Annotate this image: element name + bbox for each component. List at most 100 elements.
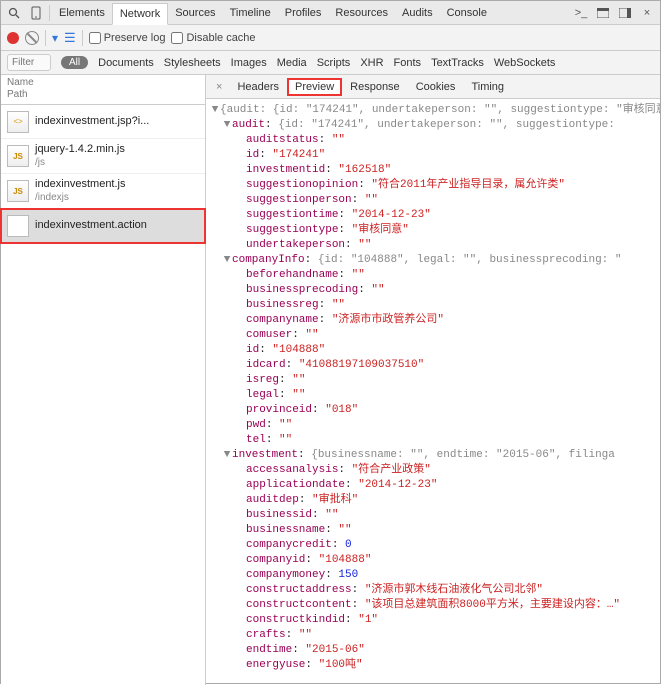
disable-cache-checkbox[interactable]: Disable cache	[171, 32, 255, 44]
document-icon	[7, 215, 29, 237]
json-line[interactable]: id: "174241"	[208, 148, 658, 163]
details-tab-cookies[interactable]: Cookies	[409, 79, 463, 95]
filter-icon[interactable]: ▾	[52, 31, 58, 45]
drawer-icon[interactable]	[592, 2, 614, 24]
filter-stylesheets[interactable]: Stylesheets	[164, 57, 221, 69]
json-line[interactable]: ▼{audit: {id: "174241", undertakeperson:…	[208, 103, 658, 118]
tab-console[interactable]: Console	[440, 2, 494, 24]
request-name: indexinvestment.jsp?i...	[35, 115, 149, 128]
separator	[45, 30, 46, 46]
request-list-header: Name Path	[1, 75, 205, 105]
clear-button[interactable]	[25, 31, 39, 45]
main-split: Name Path <> indexinvestment.jsp?i... JS jq…	[1, 75, 660, 685]
json-line[interactable]: businessid: ""	[208, 508, 658, 523]
request-list: Name Path <> indexinvestment.jsp?i... JS jq…	[1, 75, 206, 685]
filter-scripts[interactable]: Scripts	[317, 57, 351, 69]
json-line[interactable]: investmentid: "162518"	[208, 163, 658, 178]
filter-fonts[interactable]: Fonts	[394, 57, 422, 69]
json-line[interactable]: accessanalysis: "符合产业政策"	[208, 463, 658, 478]
filter-images[interactable]: Images	[231, 57, 267, 69]
details-tab-response[interactable]: Response	[343, 79, 407, 95]
js-file-icon: JS	[7, 145, 29, 167]
json-line[interactable]: constructaddress: "济源市郭木线石油液化气公司北邻"	[208, 583, 658, 598]
json-line[interactable]: comuser: ""	[208, 328, 658, 343]
json-line[interactable]: companycredit: 0	[208, 538, 658, 553]
tab-resources[interactable]: Resources	[328, 2, 395, 24]
json-line[interactable]: crafts: ""	[208, 628, 658, 643]
tab-audits[interactable]: Audits	[395, 2, 440, 24]
request-row[interactable]: JS indexinvestment.js/indexjs	[1, 174, 205, 209]
json-line[interactable]: suggestionperson: ""	[208, 193, 658, 208]
json-line[interactable]: applicationdate: "2014-12-23"	[208, 478, 658, 493]
json-line[interactable]: idcard: "41088197109037510"	[208, 358, 658, 373]
details-tab-preview[interactable]: Preview	[288, 79, 341, 95]
col-path: Path	[7, 89, 199, 101]
json-line[interactable]: undertakeperson: ""	[208, 238, 658, 253]
tab-timeline[interactable]: Timeline	[223, 2, 278, 24]
network-toolbar: ▾ ☰ Preserve log Disable cache	[1, 25, 660, 51]
record-button[interactable]	[7, 32, 19, 44]
filter-media[interactable]: Media	[277, 57, 307, 69]
json-line[interactable]: ▼audit: {id: "174241", undertakeperson: …	[208, 118, 658, 133]
json-line[interactable]: endtime: "2015-06"	[208, 643, 658, 658]
json-line[interactable]: beforehandname: ""	[208, 268, 658, 283]
json-line[interactable]: suggestiontime: "2014-12-23"	[208, 208, 658, 223]
filter-websockets[interactable]: WebSockets	[494, 57, 556, 69]
search-icon[interactable]	[3, 2, 25, 24]
json-line[interactable]: constructcontent: "该项目总建筑面积8000平方米，主要建设内…	[208, 598, 658, 613]
filter-bar: All Documents Stylesheets Images Media S…	[1, 51, 660, 75]
preserve-log-label: Preserve log	[104, 32, 166, 44]
filter-input[interactable]	[7, 54, 51, 71]
json-line[interactable]: ▼companyInfo: {id: "104888", legal: "", …	[208, 253, 658, 268]
filter-documents[interactable]: Documents	[98, 57, 154, 69]
json-line[interactable]: auditstatus: ""	[208, 133, 658, 148]
close-icon[interactable]: ×	[636, 2, 658, 24]
js-file-icon: JS	[7, 180, 29, 202]
json-line[interactable]: provinceid: "018"	[208, 403, 658, 418]
json-line[interactable]: suggestiontype: "审核同意"	[208, 223, 658, 238]
json-line[interactable]: auditdep: "审批科"	[208, 493, 658, 508]
tab-network[interactable]: Network	[112, 3, 168, 25]
json-line[interactable]: tel: ""	[208, 433, 658, 448]
separator	[82, 30, 83, 46]
close-details-icon[interactable]: ×	[210, 81, 228, 93]
request-row[interactable]: JS jquery-1.4.2.min.js/js	[1, 139, 205, 174]
request-row[interactable]: indexinvestment.action	[1, 209, 205, 243]
preserve-log-checkbox[interactable]: Preserve log	[89, 32, 166, 44]
json-line[interactable]: energyuse: "100吨"	[208, 658, 658, 673]
json-line[interactable]: isreg: ""	[208, 373, 658, 388]
json-line[interactable]: businessprecoding: ""	[208, 283, 658, 298]
device-icon[interactable]	[25, 2, 47, 24]
console-toggle-icon[interactable]: >_	[570, 2, 592, 24]
request-name: indexinvestment.js/indexjs	[35, 178, 126, 204]
filter-xhr[interactable]: XHR	[360, 57, 383, 69]
details-panel: × HeadersPreviewResponseCookiesTiming ▼{…	[206, 75, 660, 685]
dock-icon[interactable]	[614, 2, 636, 24]
devtools-tabbar: ElementsNetworkSourcesTimelineProfilesRe…	[1, 1, 660, 25]
json-line[interactable]: id: "104888"	[208, 343, 658, 358]
tab-elements[interactable]: Elements	[52, 2, 112, 24]
json-line[interactable]: companyid: "104888"	[208, 553, 658, 568]
json-line[interactable]: suggestionopinion: "符合2011年产业指导目录，属允许类"	[208, 178, 658, 193]
request-name: jquery-1.4.2.min.js/js	[35, 143, 125, 169]
json-line[interactable]: companyname: "济源市市政管养公司"	[208, 313, 658, 328]
details-tab-timing[interactable]: Timing	[464, 79, 511, 95]
disable-cache-label: Disable cache	[186, 32, 255, 44]
filter-all-pill[interactable]: All	[61, 56, 88, 69]
jsp-file-icon: <>	[7, 111, 29, 133]
request-name: indexinvestment.action	[35, 219, 147, 232]
json-line[interactable]: ▼investment: {businessname: "", endtime:…	[208, 448, 658, 463]
view-icon[interactable]: ☰	[64, 30, 76, 46]
tab-sources[interactable]: Sources	[168, 2, 222, 24]
filter-texttracks[interactable]: TextTracks	[431, 57, 484, 69]
json-line[interactable]: businessreg: ""	[208, 298, 658, 313]
json-line[interactable]: companymoney: 150	[208, 568, 658, 583]
json-line[interactable]: businessname: ""	[208, 523, 658, 538]
json-line[interactable]: legal: ""	[208, 388, 658, 403]
json-line[interactable]: pwd: ""	[208, 418, 658, 433]
tab-profiles[interactable]: Profiles	[278, 2, 329, 24]
request-row[interactable]: <> indexinvestment.jsp?i...	[1, 105, 205, 139]
details-tab-headers[interactable]: Headers	[230, 79, 286, 95]
preview-pane[interactable]: ▼{audit: {id: "174241", undertakeperson:…	[206, 99, 660, 685]
json-line[interactable]: constructkindid: "1"	[208, 613, 658, 628]
